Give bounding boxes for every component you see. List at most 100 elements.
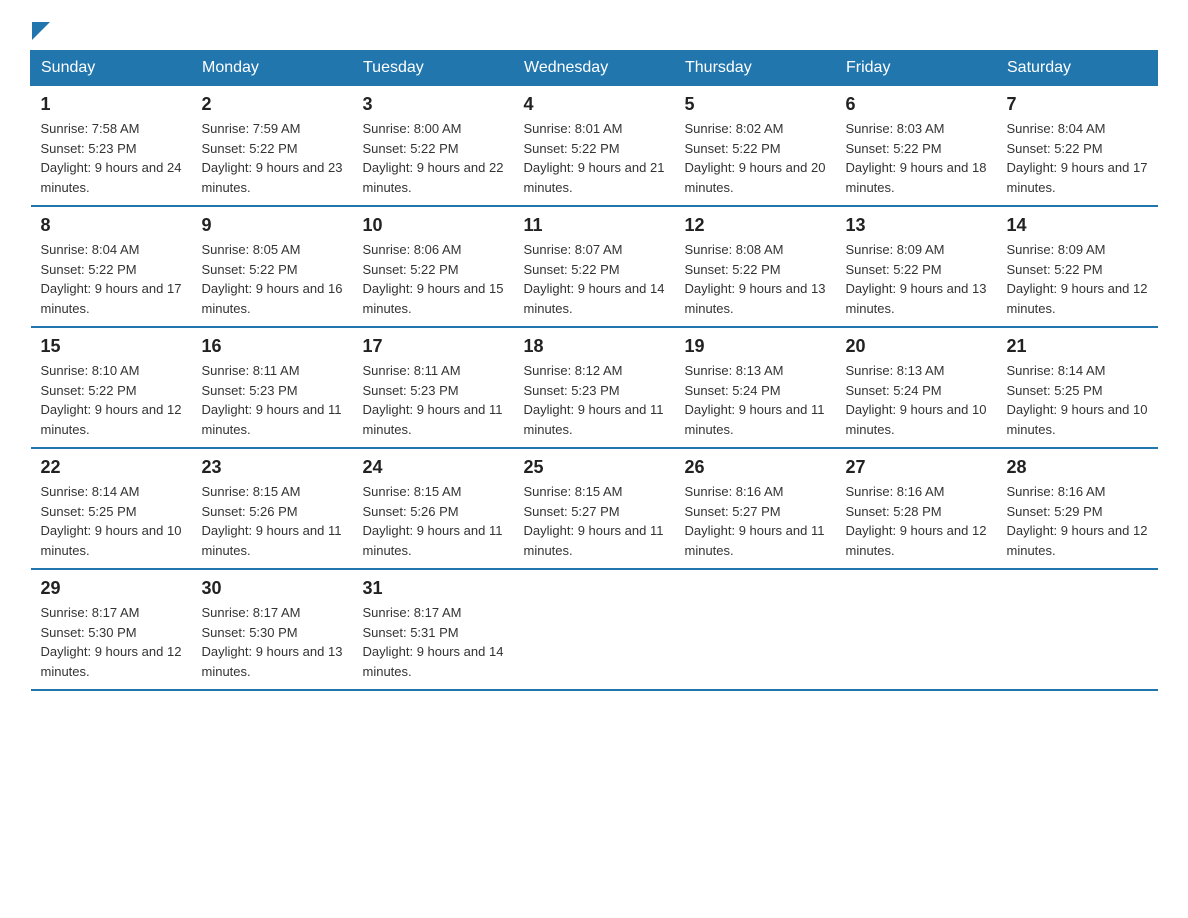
calendar-body: 1 Sunrise: 7:58 AMSunset: 5:23 PMDaylight…	[31, 86, 1158, 691]
day-info: Sunrise: 8:16 AMSunset: 5:28 PMDaylight:…	[846, 482, 987, 560]
day-info: Sunrise: 8:15 AMSunset: 5:27 PMDaylight:…	[524, 482, 665, 560]
logo	[30, 20, 54, 40]
day-info: Sunrise: 8:02 AMSunset: 5:22 PMDaylight:…	[685, 119, 826, 197]
calendar-day-cell: 23 Sunrise: 8:15 AMSunset: 5:26 PMDayligh…	[192, 448, 353, 569]
calendar-day-cell: 5 Sunrise: 8:02 AMSunset: 5:22 PMDaylight…	[675, 86, 836, 207]
day-number: 8	[41, 215, 182, 236]
day-info: Sunrise: 8:01 AMSunset: 5:22 PMDaylight:…	[524, 119, 665, 197]
calendar-day-cell: 14Sunrise: 8:09 AMSunset: 5:22 PMDayligh…	[997, 206, 1158, 327]
day-number: 13	[846, 215, 987, 236]
day-info: Sunrise: 8:04 AMSunset: 5:22 PMDaylight:…	[41, 240, 182, 318]
col-thursday: Thursday	[675, 51, 836, 86]
day-info: Sunrise: 8:05 AMSunset: 5:22 PMDaylight:…	[202, 240, 343, 318]
day-number: 1	[41, 94, 182, 115]
day-info: Sunrise: 7:58 AMSunset: 5:23 PMDaylight:…	[41, 119, 182, 197]
calendar-day-cell: 4 Sunrise: 8:01 AMSunset: 5:22 PMDaylight…	[514, 86, 675, 207]
calendar-day-cell: 8 Sunrise: 8:04 AMSunset: 5:22 PMDaylight…	[31, 206, 192, 327]
day-info: Sunrise: 8:14 AMSunset: 5:25 PMDaylight:…	[41, 482, 182, 560]
day-number: 17	[363, 336, 504, 357]
day-number: 18	[524, 336, 665, 357]
calendar-day-cell: 19 Sunrise: 8:13 AMSunset: 5:24 PMDayligh…	[675, 327, 836, 448]
day-number: 29	[41, 578, 182, 599]
calendar-day-cell: 20Sunrise: 8:13 AMSunset: 5:24 PMDayligh…	[836, 327, 997, 448]
day-number: 22	[41, 457, 182, 478]
day-info: Sunrise: 8:04 AMSunset: 5:22 PMDaylight:…	[1007, 119, 1148, 197]
calendar-day-cell: 17 Sunrise: 8:11 AMSunset: 5:23 PMDayligh…	[353, 327, 514, 448]
day-number: 21	[1007, 336, 1148, 357]
day-info: Sunrise: 8:15 AMSunset: 5:26 PMDaylight:…	[202, 482, 343, 560]
calendar-day-cell: 3 Sunrise: 8:00 AMSunset: 5:22 PMDaylight…	[353, 86, 514, 207]
day-info: Sunrise: 8:15 AMSunset: 5:26 PMDaylight:…	[363, 482, 504, 560]
day-info: Sunrise: 8:09 AMSunset: 5:22 PMDaylight:…	[846, 240, 987, 318]
day-number: 30	[202, 578, 343, 599]
day-info: Sunrise: 7:59 AMSunset: 5:22 PMDaylight:…	[202, 119, 343, 197]
calendar-day-cell: 13 Sunrise: 8:09 AMSunset: 5:22 PMDayligh…	[836, 206, 997, 327]
day-info: Sunrise: 8:17 AMSunset: 5:30 PMDaylight:…	[41, 603, 182, 681]
day-number: 25	[524, 457, 665, 478]
day-number: 31	[363, 578, 504, 599]
col-saturday: Saturday	[997, 51, 1158, 86]
calendar-week-row: 22 Sunrise: 8:14 AMSunset: 5:25 PMDayligh…	[31, 448, 1158, 569]
calendar-day-cell	[997, 569, 1158, 690]
day-info: Sunrise: 8:14 AMSunset: 5:25 PMDaylight:…	[1007, 361, 1148, 439]
calendar-day-cell: 7 Sunrise: 8:04 AMSunset: 5:22 PMDaylight…	[997, 86, 1158, 207]
day-number: 19	[685, 336, 826, 357]
day-number: 9	[202, 215, 343, 236]
day-number: 4	[524, 94, 665, 115]
calendar-day-cell: 2 Sunrise: 7:59 AMSunset: 5:22 PMDaylight…	[192, 86, 353, 207]
day-number: 27	[846, 457, 987, 478]
calendar-day-cell: 18 Sunrise: 8:12 AMSunset: 5:23 PMDayligh…	[514, 327, 675, 448]
col-tuesday: Tuesday	[353, 51, 514, 86]
day-number: 5	[685, 94, 826, 115]
day-info: Sunrise: 8:11 AMSunset: 5:23 PMDaylight:…	[363, 361, 504, 439]
day-number: 16	[202, 336, 343, 357]
day-info: Sunrise: 8:16 AMSunset: 5:27 PMDaylight:…	[685, 482, 826, 560]
day-number: 10	[363, 215, 504, 236]
day-number: 23	[202, 457, 343, 478]
day-number: 11	[524, 215, 665, 236]
calendar-header-row: Sunday Monday Tuesday Wednesday Thursday…	[31, 51, 1158, 86]
day-info: Sunrise: 8:06 AMSunset: 5:22 PMDaylight:…	[363, 240, 504, 318]
day-info: Sunrise: 8:07 AMSunset: 5:22 PMDaylight:…	[524, 240, 665, 318]
day-info: Sunrise: 8:10 AMSunset: 5:22 PMDaylight:…	[41, 361, 182, 439]
calendar-week-row: 1 Sunrise: 7:58 AMSunset: 5:23 PMDaylight…	[31, 86, 1158, 207]
calendar-header: Sunday Monday Tuesday Wednesday Thursday…	[31, 51, 1158, 86]
day-info: Sunrise: 8:08 AMSunset: 5:22 PMDaylight:…	[685, 240, 826, 318]
day-number: 24	[363, 457, 504, 478]
calendar-day-cell: 10 Sunrise: 8:06 AMSunset: 5:22 PMDayligh…	[353, 206, 514, 327]
day-number: 2	[202, 94, 343, 115]
logo-general-line	[30, 20, 54, 44]
calendar-day-cell: 28Sunrise: 8:16 AMSunset: 5:29 PMDayligh…	[997, 448, 1158, 569]
day-number: 3	[363, 94, 504, 115]
day-info: Sunrise: 8:00 AMSunset: 5:22 PMDaylight:…	[363, 119, 504, 197]
day-number: 26	[685, 457, 826, 478]
logo-arrow-icon	[32, 22, 54, 44]
calendar-day-cell: 24 Sunrise: 8:15 AMSunset: 5:26 PMDayligh…	[353, 448, 514, 569]
day-info: Sunrise: 8:13 AMSunset: 5:24 PMDaylight:…	[846, 361, 987, 439]
calendar-day-cell: 6Sunrise: 8:03 AMSunset: 5:22 PMDaylight…	[836, 86, 997, 207]
calendar-day-cell: 26 Sunrise: 8:16 AMSunset: 5:27 PMDayligh…	[675, 448, 836, 569]
day-info: Sunrise: 8:12 AMSunset: 5:23 PMDaylight:…	[524, 361, 665, 439]
calendar-day-cell: 21 Sunrise: 8:14 AMSunset: 5:25 PMDayligh…	[997, 327, 1158, 448]
calendar-day-cell: 29 Sunrise: 8:17 AMSunset: 5:30 PMDayligh…	[31, 569, 192, 690]
day-info: Sunrise: 8:13 AMSunset: 5:24 PMDaylight:…	[685, 361, 826, 439]
col-monday: Monday	[192, 51, 353, 86]
day-info: Sunrise: 8:17 AMSunset: 5:31 PMDaylight:…	[363, 603, 504, 681]
page-header	[30, 20, 1158, 40]
day-info: Sunrise: 8:17 AMSunset: 5:30 PMDaylight:…	[202, 603, 343, 681]
calendar-day-cell	[675, 569, 836, 690]
calendar-day-cell	[836, 569, 997, 690]
day-number: 28	[1007, 457, 1148, 478]
day-info: Sunrise: 8:11 AMSunset: 5:23 PMDaylight:…	[202, 361, 343, 439]
col-wednesday: Wednesday	[514, 51, 675, 86]
calendar-day-cell: 30 Sunrise: 8:17 AMSunset: 5:30 PMDayligh…	[192, 569, 353, 690]
calendar-day-cell: 22 Sunrise: 8:14 AMSunset: 5:25 PMDayligh…	[31, 448, 192, 569]
calendar-week-row: 29 Sunrise: 8:17 AMSunset: 5:30 PMDayligh…	[31, 569, 1158, 690]
day-number: 6	[846, 94, 987, 115]
day-number: 14	[1007, 215, 1148, 236]
day-number: 7	[1007, 94, 1148, 115]
calendar-week-row: 15Sunrise: 8:10 AMSunset: 5:22 PMDayligh…	[31, 327, 1158, 448]
calendar-day-cell: 1 Sunrise: 7:58 AMSunset: 5:23 PMDaylight…	[31, 86, 192, 207]
day-number: 12	[685, 215, 826, 236]
calendar-week-row: 8 Sunrise: 8:04 AMSunset: 5:22 PMDaylight…	[31, 206, 1158, 327]
